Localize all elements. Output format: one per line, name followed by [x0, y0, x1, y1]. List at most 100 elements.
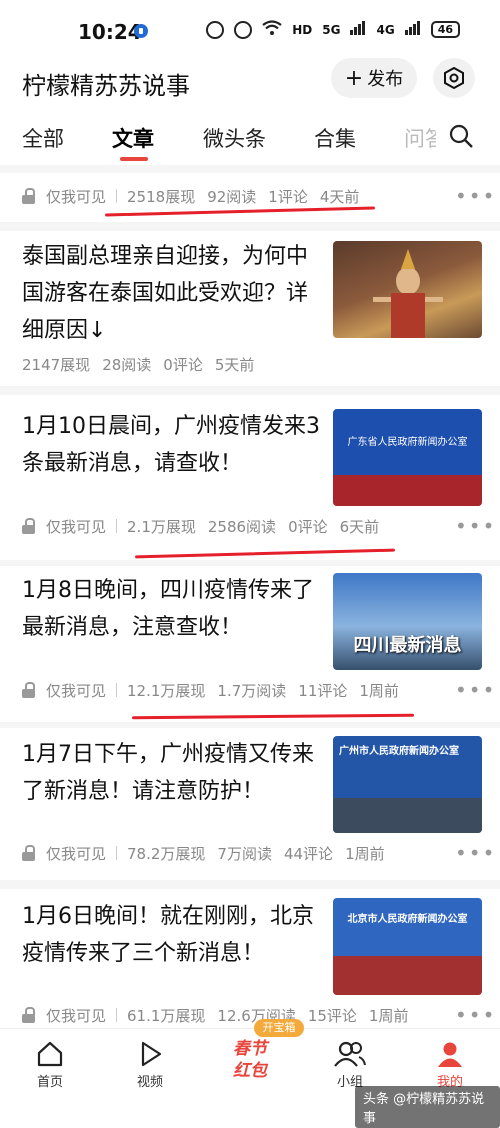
- article-title[interactable]: 1月7日下午，广州疫情又传来了新消息！请注意防护！: [22, 736, 322, 810]
- 5g-label: 5G: [322, 22, 341, 37]
- article-title[interactable]: 泰国副总理亲自迎接，为何中国游客在泰国如此受欢迎？详细原因↓: [22, 238, 322, 349]
- article-meta: 仅我可见 2.1万展现 2586阅读 0评论 6天前: [22, 514, 391, 538]
- privacy-label: 仅我可见: [46, 681, 107, 700]
- article-thumbnail[interactable]: 四川最新消息: [333, 573, 482, 670]
- active-tab-indicator: [120, 157, 148, 161]
- tab-articles[interactable]: 文章: [112, 123, 154, 153]
- publish-button[interactable]: + 发布: [331, 58, 417, 98]
- meta-separator: [116, 683, 118, 697]
- signal-icon-2: [404, 21, 421, 38]
- more-icon[interactable]: •••: [455, 1003, 496, 1027]
- reads-stat: 1.7万阅读: [217, 681, 287, 700]
- views-stat: 78.2万展现: [127, 844, 206, 863]
- settings-button[interactable]: [433, 58, 475, 98]
- divider: [0, 560, 500, 566]
- lock-icon: [22, 845, 36, 861]
- publish-label: 发布: [367, 69, 404, 90]
- 4g-label: 4G: [376, 22, 395, 37]
- meta-separator: [116, 846, 118, 860]
- privacy-label: 仅我可见: [46, 1006, 107, 1025]
- article-thumbnail[interactable]: 广州市人民政府新闻办公室: [333, 736, 482, 833]
- lock-icon: [22, 188, 36, 204]
- tab-collections[interactable]: 合集: [314, 123, 356, 153]
- annotation-underline: [135, 548, 395, 559]
- hexagon-settings-icon: [444, 66, 464, 90]
- nav-home[interactable]: 首页: [20, 1037, 80, 1090]
- group-icon: [320, 1037, 380, 1071]
- comments-stat: 44评论: [283, 844, 334, 863]
- tab-all[interactable]: 全部: [22, 123, 64, 153]
- search-icon[interactable]: [448, 123, 474, 153]
- comments-stat: 15评论: [307, 1006, 357, 1025]
- lock-icon: [22, 1007, 36, 1023]
- status-icons: HD 5G 4G 46: [206, 20, 460, 39]
- time-stat: 1周前: [368, 1006, 409, 1025]
- more-icon[interactable]: •••: [455, 841, 496, 865]
- wifi-icon: [262, 20, 282, 39]
- thumbnail-caption: 北京市人民政府新闻办公室: [347, 914, 468, 925]
- privacy-label: 仅我可见: [46, 517, 107, 536]
- more-icon[interactable]: •••: [455, 514, 496, 538]
- thumbnail-caption: 四川最新消息: [353, 635, 462, 656]
- app-notification-icon: [134, 24, 148, 38]
- divider: [0, 722, 500, 728]
- more-icon[interactable]: •••: [455, 184, 496, 208]
- article-thumbnail[interactable]: [333, 241, 482, 338]
- tab-qa[interactable]: 问答: [404, 123, 436, 153]
- article-thumbnail[interactable]: 北京市人民政府新闻办公室: [333, 898, 482, 995]
- thumbnail-table: [333, 956, 482, 995]
- thumbnail-table: [333, 475, 482, 506]
- chunjie-hongbao-icon[interactable]: 开宝箱 春节 红包: [220, 1019, 304, 1099]
- views-stat: 61.1万展现: [127, 1006, 206, 1025]
- annotation-underline: [131, 713, 415, 720]
- time-stat: 4天前: [319, 187, 360, 206]
- hd-label: HD: [292, 22, 313, 37]
- divider: [0, 386, 500, 395]
- divider: [0, 165, 500, 173]
- tab-micro[interactable]: 微头条: [203, 123, 266, 153]
- views-stat: 12.1万展现: [127, 681, 206, 700]
- nav-video[interactable]: 视频: [120, 1037, 180, 1090]
- time-stat: 5天前: [214, 355, 255, 374]
- alarm-icon: [206, 20, 225, 39]
- page-header: 柠檬精苏苏说事 + 发布: [0, 58, 500, 102]
- watermark: 头条 @柠檬精苏苏说事: [355, 1086, 500, 1128]
- views-stat: 2147展现: [22, 355, 91, 374]
- promo-text-bottom: 红包: [233, 1061, 267, 1081]
- article-meta: 仅我可见 61.1万展现 12.6万阅读 15评论 1周前: [22, 1003, 420, 1027]
- comments-stat: 1评论: [268, 187, 308, 206]
- video-icon: [120, 1037, 180, 1071]
- reads-stat: 2586阅读: [207, 517, 277, 536]
- comments-stat: 0评论: [163, 355, 203, 374]
- nav-label: 首页: [36, 1075, 63, 1090]
- lock-icon: [22, 518, 36, 534]
- privacy-label: 仅我可见: [46, 187, 107, 206]
- article-title[interactable]: 1月8日晚间，四川疫情传来了最新消息，注意查收！: [22, 572, 322, 646]
- comments-stat: 11评论: [298, 681, 348, 700]
- home-icon: [20, 1037, 80, 1071]
- more-icon[interactable]: •••: [455, 678, 496, 702]
- nav-group[interactable]: 小组: [320, 1037, 380, 1090]
- article-title[interactable]: 1月10日晨间，广州疫情发来3条最新消息，请查收！: [22, 408, 322, 482]
- status-bar: 10:24 HD 5G 4G 46: [0, 0, 500, 60]
- article-thumbnail[interactable]: 广东省人民政府新闻办公室: [333, 409, 482, 506]
- signal-icon: [350, 21, 366, 38]
- time-stat: 1周前: [345, 844, 385, 863]
- meta-separator: [116, 519, 118, 533]
- comments-stat: 0评论: [288, 517, 328, 536]
- article-meta: 仅我可见 78.2万展现 7万阅读 44评论 1周前: [22, 841, 397, 865]
- promo-text-top: 春节: [233, 1039, 267, 1059]
- time-stat: 6天前: [339, 517, 380, 536]
- content-tabs: 全部 文章 微头条 合集 问答: [0, 115, 500, 165]
- meta-separator: [116, 1008, 118, 1022]
- plus-icon: +: [344, 65, 364, 91]
- lock-icon: [22, 682, 36, 698]
- divider: [0, 880, 500, 889]
- article-title[interactable]: 1月6日晚间！就在刚刚，北京疫情传来了三个新消息！: [22, 898, 322, 972]
- thumbnail-table: [333, 798, 482, 833]
- thumbnail-caption: 广州市人民政府新闻办公室: [339, 746, 459, 757]
- nav-profile[interactable]: 我的: [420, 1037, 480, 1090]
- time-stat: 1周前: [359, 681, 399, 700]
- status-time: 10:24: [78, 20, 142, 44]
- reads-stat: 7万阅读: [217, 844, 272, 863]
